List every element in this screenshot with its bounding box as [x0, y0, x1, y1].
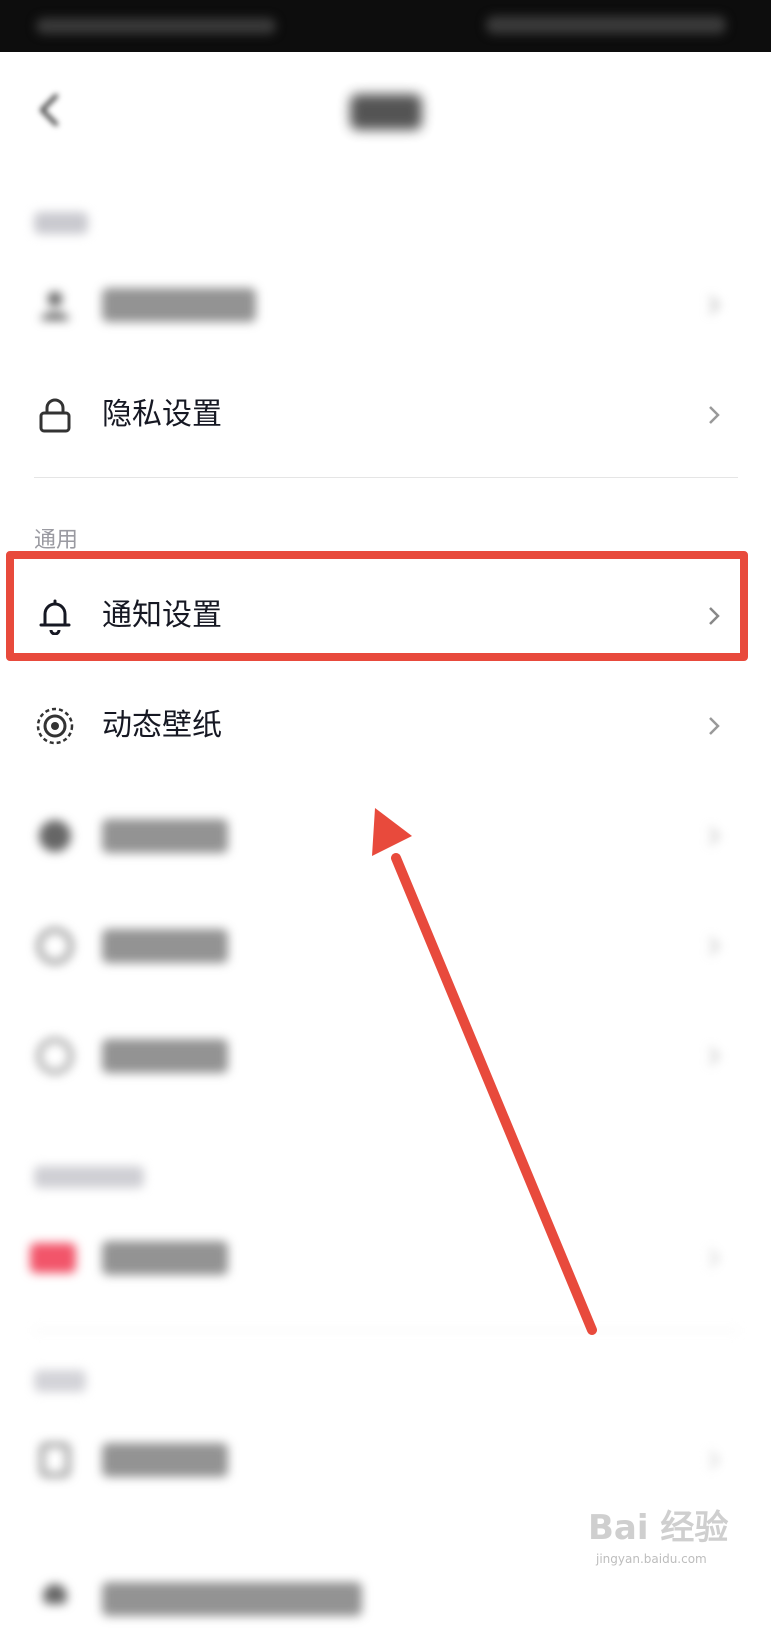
wallpaper-icon: [36, 707, 74, 745]
row-label: 动态壁纸: [102, 708, 222, 743]
row-label-blurred: [102, 288, 256, 322]
row-label: 隐私设置: [102, 397, 222, 432]
circle-icon: [43, 1584, 67, 1604]
circle-icon: [39, 820, 71, 852]
row-blurred-3[interactable]: [0, 1001, 771, 1111]
status-bar: [0, 0, 771, 52]
divider: [34, 1330, 738, 1331]
row-dynamic-wallpaper[interactable]: 动态壁纸: [0, 671, 771, 781]
row-blurred-4[interactable]: [0, 1203, 771, 1313]
chevron-right-icon: [709, 827, 720, 845]
section-label-general: 通用: [34, 528, 79, 553]
divider: [34, 477, 738, 478]
circle-icon: [37, 928, 73, 964]
row-privacy-settings[interactable]: 隐私设置: [0, 360, 771, 470]
nav-bar: [0, 52, 771, 170]
chevron-right-icon: [709, 296, 720, 314]
watermark-url: jingyan.baidu.com: [596, 1552, 707, 1566]
document-icon: [40, 1443, 70, 1477]
circle-icon: [37, 1038, 73, 1074]
row-label-blurred: [102, 819, 228, 853]
watermark-text: Bai 经验: [588, 1508, 729, 1548]
row-label-blurred: [102, 1582, 362, 1616]
section-label-blurred-account: [34, 212, 88, 234]
watermark: Bai 经验 jingyan.baidu.com: [588, 1500, 758, 1566]
chevron-right-icon: [709, 1249, 720, 1267]
row-label-blurred: [102, 1039, 228, 1073]
status-bar-left-blurred: [36, 18, 276, 34]
section-label-blurred-2: [34, 1166, 144, 1188]
highlight-box: [6, 551, 748, 661]
chevron-right-icon: [709, 1451, 720, 1469]
page-title-blurred: [350, 94, 422, 130]
status-bar-right-blurred: [486, 16, 726, 34]
row-blurred-1[interactable]: [0, 781, 771, 891]
row-label-blurred: [102, 1443, 228, 1477]
chevron-right-icon: [709, 937, 720, 955]
chevron-right-icon: [709, 406, 720, 424]
back-chevron-icon[interactable]: [30, 88, 74, 132]
chevron-right-icon: [709, 717, 720, 735]
red-badge-icon: [30, 1243, 76, 1273]
section-label-blurred-3: [34, 1370, 86, 1392]
row-blurred-2[interactable]: [0, 891, 771, 1001]
row-account-blurred[interactable]: [0, 250, 771, 360]
row-blurred-5[interactable]: [0, 1405, 771, 1515]
chevron-right-icon: [709, 1047, 720, 1065]
row-label-blurred: [102, 1241, 228, 1275]
person-icon: [41, 292, 69, 320]
lock-icon: [39, 398, 71, 433]
row-label-blurred: [102, 929, 228, 963]
